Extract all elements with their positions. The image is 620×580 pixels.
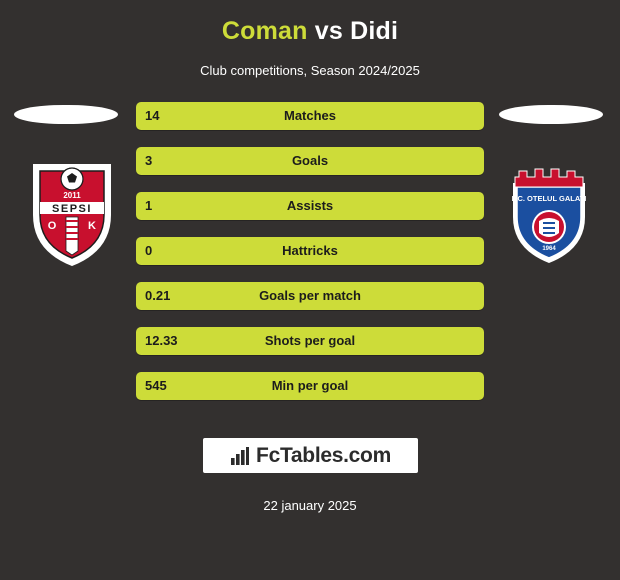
page-title: Coman vs Didi <box>0 0 620 46</box>
page-subtitle: Club competitions, Season 2024/2025 <box>200 63 420 78</box>
player-left-name: Coman <box>221 17 308 45</box>
table-row: 12.33 Shots per goal <box>136 327 484 355</box>
svg-text:F.C. OTELUL GALATI: F.C. OTELUL GALATI <box>512 194 587 203</box>
svg-text:K: K <box>88 220 96 232</box>
stat-label: Shots per goal <box>264 333 356 348</box>
footer-date: 22 january 2025 <box>263 498 357 513</box>
fctables-logo-text: FcTables.com <box>256 443 391 467</box>
stats-board: 2011 SEPSI O S K F.C. OTELUL GALATI 1 <box>0 102 620 402</box>
player-right-name: Didi <box>350 17 399 45</box>
svg-text:1964: 1964 <box>542 246 556 252</box>
bar-chart-icon <box>230 446 250 466</box>
svg-text:2011: 2011 <box>63 191 81 200</box>
stat-label: Min per goal <box>271 378 349 393</box>
right-decoration-ellipse <box>499 105 603 124</box>
left-decoration-ellipse <box>14 105 118 124</box>
stats-rows: 14 Matches 3 Goals 1 Assists 0 Hattricks… <box>136 102 484 417</box>
table-row: 0.21 Goals per match <box>136 282 484 310</box>
stat-label: Goals per match <box>259 288 361 303</box>
table-row: 14 Matches <box>136 102 484 130</box>
fctables-logo[interactable]: FcTables.com <box>203 438 418 473</box>
stat-label: Hattricks <box>282 243 338 258</box>
comparison-infographic: Coman vs Didi Club competitions, Season … <box>0 0 620 580</box>
table-row: 3 Goals <box>136 147 484 175</box>
right-team-crest: F.C. OTELUL GALATI 1964 <box>503 155 595 267</box>
left-team-crest: 2011 SEPSI O S K <box>26 155 118 267</box>
stat-label: Matches <box>283 108 337 123</box>
table-row: 0 Hattricks <box>136 237 484 265</box>
svg-text:O: O <box>48 220 57 232</box>
table-row: 545 Min per goal <box>136 372 484 400</box>
table-row: 1 Assists <box>136 192 484 220</box>
stat-label: Goals <box>291 153 329 168</box>
svg-text:SEPSI: SEPSI <box>52 203 92 215</box>
vs-separator: vs <box>314 17 343 45</box>
stat-label: Assists <box>286 198 334 213</box>
